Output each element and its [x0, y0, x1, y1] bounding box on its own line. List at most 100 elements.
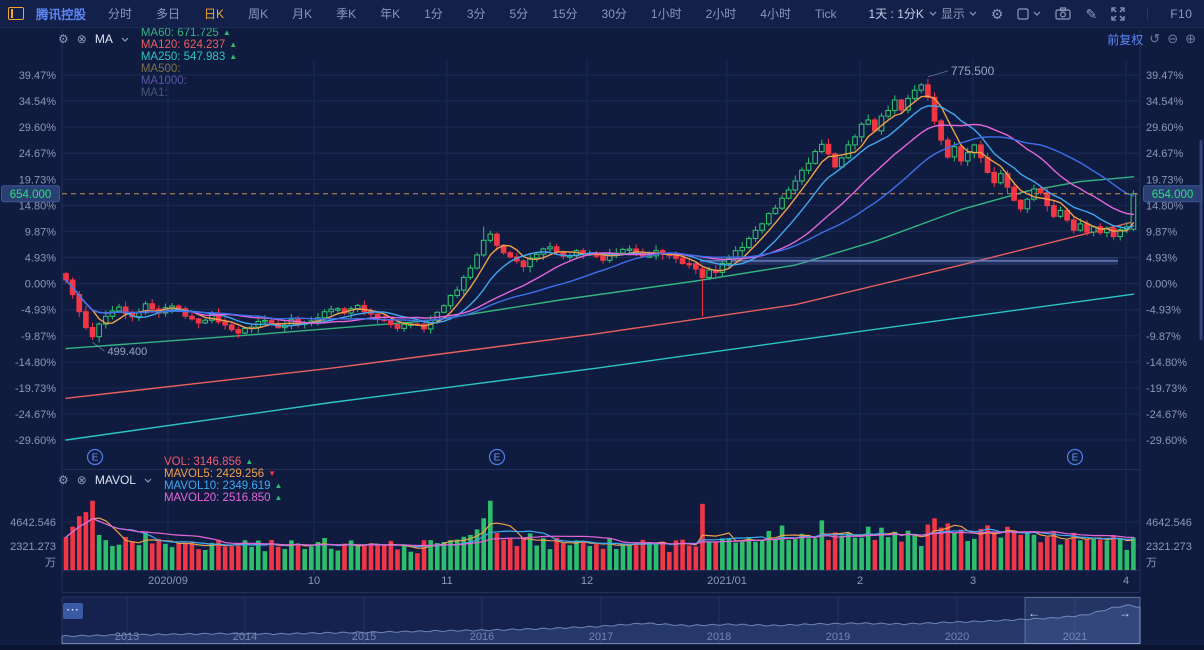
y-axis-label-right: -24.67%	[1146, 409, 1187, 421]
period-selector[interactable]: 1天 : 1分K	[865, 5, 941, 22]
indicator-ma60[interactable]: MA60: 671.725▲	[141, 27, 237, 39]
period-tab-1[interactable]: 分时	[96, 5, 144, 22]
more-button[interactable]: ⋯	[63, 603, 83, 619]
undo-icon[interactable]: ↺	[1149, 31, 1160, 47]
chevron-down-icon	[969, 11, 977, 16]
volume-axis-label-left: 2321.273	[10, 541, 56, 553]
chevron-down-icon	[1033, 11, 1041, 16]
high-price-annotation: 775.500	[951, 64, 995, 78]
y-axis-label-left: 4.93%	[25, 253, 56, 265]
indicator-close-icon[interactable]: ⊗	[77, 474, 87, 486]
indicator-mavol5[interactable]: MAVOL5: 2429.256 ▼	[164, 468, 282, 480]
period-tab-7[interactable]: 年K	[368, 5, 412, 22]
indicator-ma500[interactable]: MA500:	[141, 63, 249, 75]
fullscreen-expand-icon[interactable]	[1111, 7, 1125, 21]
selection-right-arrow-icon[interactable]: →	[1119, 606, 1131, 620]
indicator-value: MAVOL5: 2429.256	[164, 468, 264, 480]
volume-axis-label-right: 2321.273	[1146, 541, 1192, 553]
earnings-marker-icon[interactable]: E	[88, 450, 103, 465]
period-tab-5[interactable]: 月K	[280, 5, 324, 22]
indicator-ma1000[interactable]: MA1000:	[141, 75, 249, 87]
indicator-mavol10[interactable]: MAVOL10: 2349.619▲	[164, 480, 282, 492]
y-axis-label-left: 9.87%	[25, 226, 56, 238]
adjust-mode-link[interactable]: 前复权	[1107, 31, 1143, 48]
y-axis-label-right: 4.93%	[1146, 253, 1177, 265]
period-tab-2[interactable]: 多日	[144, 5, 192, 22]
stock-symbol[interactable]: 腾讯控股	[36, 4, 86, 23]
indicator-value: MAVOL20: 2516.850	[164, 492, 271, 504]
ma-row-icons: ↺ ⊖ ⊕	[1149, 31, 1196, 47]
current-price-badge-left-text: 654.000	[10, 189, 52, 201]
y-axis-label-left: 24.67%	[19, 148, 57, 160]
chart-style-dropdown[interactable]	[1017, 8, 1041, 20]
indicator-ma250[interactable]: MA250: 547.983▲	[141, 51, 237, 63]
zoom-in-icon[interactable]: ⊕	[1185, 31, 1196, 47]
period-tab-11[interactable]: 15分	[540, 5, 589, 22]
period-tab-16[interactable]: Tick	[803, 7, 849, 21]
indicator-name[interactable]: MAVOL	[95, 473, 136, 487]
indicator-mavol20[interactable]: MAVOL20: 2516.850▲	[164, 492, 282, 504]
x-axis-month-label: 3	[970, 575, 976, 587]
x-axis-month-label: 12	[581, 575, 593, 587]
camera-icon[interactable]	[1055, 7, 1071, 20]
volume-bars	[64, 501, 1136, 570]
y-axis-label-left: 0.00%	[25, 279, 56, 291]
earnings-marker-letter: E	[92, 453, 99, 464]
display-menu[interactable]: 显示	[941, 5, 977, 22]
y-axis-label-right: 34.54%	[1146, 96, 1184, 108]
indicator-name[interactable]: MA	[95, 32, 113, 46]
y-axis-label-right: 9.87%	[1146, 226, 1177, 238]
x-axis-month-label: 2021/01	[707, 575, 747, 587]
indicator-ma120[interactable]: MA120: 624.237▲	[141, 39, 237, 51]
volume-axis-label-right: 4642.546	[1146, 517, 1192, 529]
indicator-settings-gear-icon[interactable]: ⚙	[58, 33, 69, 45]
indicator-value: MA250: 547.983	[141, 51, 225, 63]
period-tabs: 分时多日日K周K月K季K年K1分3分5分15分30分1小时2小时4小时Tick	[96, 5, 849, 22]
x-axis-month-label: 4	[1123, 575, 1129, 587]
draw-pencil-icon[interactable]: ✎	[1085, 7, 1097, 21]
period-tab-4[interactable]: 周K	[236, 5, 280, 22]
period-selector-label: 1天 : 1分K	[869, 5, 924, 22]
trend-up-icon: ▲	[229, 41, 237, 49]
period-tab-15[interactable]: 4小时	[748, 5, 803, 22]
period-tab-6[interactable]: 季K	[324, 5, 368, 22]
f10-button[interactable]: F10	[1170, 7, 1192, 21]
current-price-badge-right-text: 654.000	[1152, 189, 1194, 201]
earnings-marker-icon[interactable]: E	[490, 450, 505, 465]
x-axis-month-label: 10	[308, 575, 320, 587]
indicator-value: VOL: 3146.856	[164, 456, 241, 468]
indicator-vol[interactable]: VOL: 3146.856▲	[164, 456, 282, 468]
indicator-settings-gear-icon[interactable]: ⚙	[58, 474, 69, 486]
period-tab-3[interactable]: 日K	[192, 5, 236, 22]
y-axis-label-left: 29.60%	[19, 122, 57, 134]
earnings-marker-icon[interactable]: E	[1068, 450, 1083, 465]
period-tab-8[interactable]: 1分	[412, 5, 455, 22]
y-axis-label-right: 39.47%	[1146, 70, 1184, 82]
indicator-value: MA500:	[141, 63, 181, 75]
period-tab-10[interactable]: 5分	[498, 5, 541, 22]
chevron-down-icon[interactable]	[144, 478, 152, 483]
window-panel-icon[interactable]	[8, 7, 24, 20]
period-tab-9[interactable]: 3分	[455, 5, 498, 22]
y-axis-label-left: -14.80%	[15, 357, 56, 369]
chevron-down-icon[interactable]	[121, 37, 129, 42]
trend-down-icon: ▼	[268, 470, 276, 478]
zoom-out-icon[interactable]: ⊖	[1167, 31, 1178, 47]
y-axis-label-right: -19.73%	[1146, 383, 1187, 395]
x-axis-month-label: 11	[441, 575, 452, 587]
period-tab-12[interactable]: 30分	[590, 5, 639, 22]
indicator-close-icon[interactable]: ⊗	[77, 33, 87, 45]
earnings-marker-letter: E	[494, 453, 501, 464]
y-axis-label-left: -29.60%	[15, 435, 56, 447]
x-axis-month-label: 2020/09	[148, 575, 188, 587]
stock-chart-app: { "toolbar": { "symbol": "腾讯控股", "tabs":…	[0, 0, 1204, 650]
mavol-row-controls: ⚙ ⊗ MAVOL	[58, 473, 152, 487]
settings-gear-icon[interactable]: ⚙	[991, 7, 1004, 21]
y-axis-label-right: -9.87%	[1146, 331, 1181, 343]
nav-selection-window[interactable]	[1025, 598, 1140, 644]
period-tab-13[interactable]: 1小时	[639, 5, 694, 22]
selection-left-arrow-icon[interactable]: ←	[1028, 606, 1040, 620]
y-axis-label-right: 24.67%	[1146, 148, 1184, 160]
period-tab-14[interactable]: 2小时	[694, 5, 749, 22]
indicator-ma1[interactable]: MA1:	[141, 87, 249, 99]
